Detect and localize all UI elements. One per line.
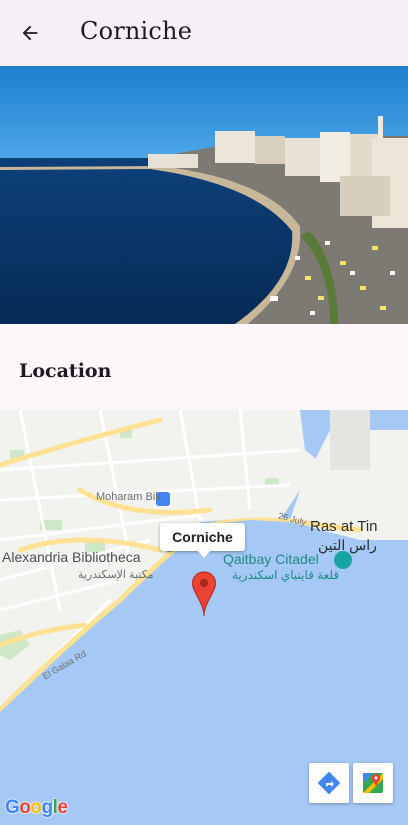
- location-section: Location: [0, 324, 408, 410]
- map-view[interactable]: Alexandria Bibliotheca مكتبة الإسكندرية …: [0, 410, 408, 825]
- logo-letter: G: [5, 797, 20, 818]
- logo-letter: e: [57, 797, 68, 818]
- info-window[interactable]: Corniche: [160, 523, 245, 551]
- label-qaitbay-citadel: Qaitbay Citadel: [223, 551, 319, 567]
- location-heading: Location: [19, 360, 112, 382]
- info-window-tail: [197, 550, 211, 558]
- page-title: Corniche: [80, 17, 193, 45]
- google-logo: Google: [5, 797, 68, 819]
- logo-letter: g: [41, 797, 54, 818]
- label-bibliotheca-arabic: مكتبة الإسكندرية: [78, 569, 154, 581]
- open-in-maps-button[interactable]: [353, 763, 393, 803]
- google-maps-icon: [363, 773, 383, 793]
- label-ras-at-tin: Ras at Tin: [310, 518, 378, 535]
- label-qaitbay-arabic: قلعة قايتباي اسكندرية: [232, 568, 340, 582]
- app-bar: Corniche: [0, 0, 408, 66]
- label-moharam-bik: Moharam Bik: [96, 491, 161, 503]
- label-alexandria-bibliotheca: Alexandria Bibliotheca: [2, 549, 141, 565]
- label-ras-at-tin-arabic: راس التين: [318, 537, 377, 553]
- directions-icon: [317, 771, 341, 795]
- hero-image: [0, 66, 408, 324]
- arrow-back-icon: [22, 25, 38, 41]
- logo-letter: o: [30, 797, 42, 818]
- logo-letter: o: [19, 797, 31, 818]
- back-button[interactable]: [14, 17, 46, 49]
- map-marker-icon[interactable]: [191, 570, 217, 618]
- directions-button[interactable]: [309, 763, 349, 803]
